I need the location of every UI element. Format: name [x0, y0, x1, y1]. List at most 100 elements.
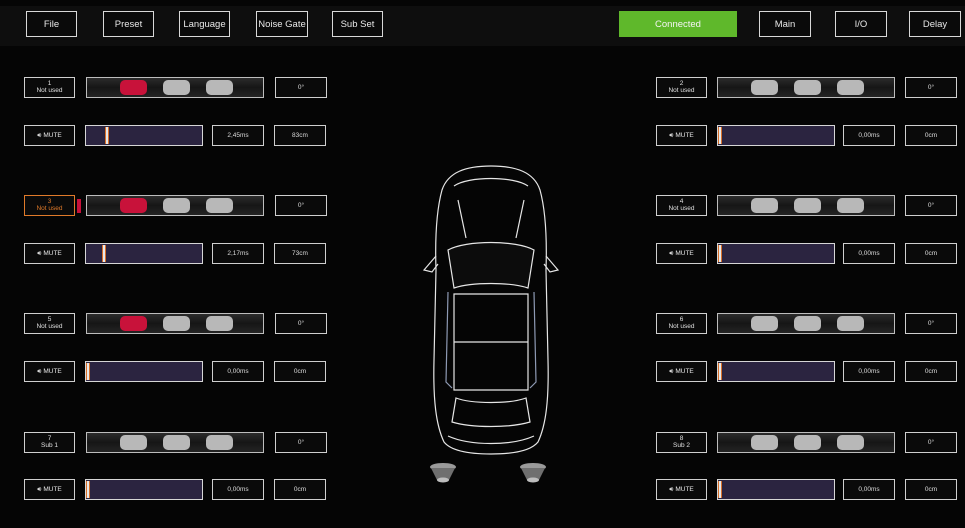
delay-slider[interactable] — [717, 479, 835, 500]
delay-slider[interactable] — [85, 243, 203, 264]
channel-2-selector[interactable]: 2 Not used — [656, 77, 707, 98]
slider-handle[interactable] — [718, 127, 722, 144]
delay-slider[interactable] — [717, 125, 835, 146]
preset-button[interactable]: Preset — [103, 11, 154, 37]
sub-set-button[interactable]: Sub Set — [332, 11, 383, 37]
mute-button[interactable]: 🔊︎ MUTE — [24, 125, 75, 146]
channel-8-selector[interactable]: 8 Sub 2 — [656, 432, 707, 453]
position-option-1[interactable] — [751, 80, 778, 95]
delay-slider[interactable] — [85, 125, 203, 146]
delay-ms-value[interactable]: 0,00ms — [843, 243, 895, 264]
io-button[interactable]: I/O — [835, 11, 887, 37]
phase-value[interactable]: 0° — [275, 77, 327, 98]
position-option-2[interactable] — [794, 80, 821, 95]
slider-handle[interactable] — [718, 245, 722, 262]
channel-3-selector[interactable]: 3 Not used — [24, 195, 81, 216]
delay-slider[interactable] — [717, 361, 835, 382]
position-option-3[interactable] — [206, 80, 233, 95]
distance-value[interactable]: 0cm — [905, 243, 957, 264]
slider-handle[interactable] — [102, 245, 106, 262]
position-option-1[interactable] — [120, 316, 147, 331]
position-option-1[interactable] — [120, 198, 147, 213]
speaker-position-selector[interactable] — [717, 195, 895, 216]
distance-value[interactable]: 0cm — [905, 125, 957, 146]
speaker-position-selector[interactable] — [717, 432, 895, 453]
language-button[interactable]: Language — [179, 11, 230, 37]
position-option-1[interactable] — [751, 198, 778, 213]
distance-value[interactable]: 73cm — [274, 243, 326, 264]
distance-value[interactable]: 0cm — [274, 361, 326, 382]
mute-button[interactable]: 🔊︎ MUTE — [656, 361, 707, 382]
channel-number: 6 — [679, 316, 684, 323]
delay-ms-value[interactable]: 0,00ms — [212, 361, 264, 382]
mute-button[interactable]: 🔊︎ MUTE — [656, 479, 707, 500]
distance-value[interactable]: 0cm — [905, 361, 957, 382]
position-option-3[interactable] — [206, 198, 233, 213]
phase-value[interactable]: 0° — [905, 77, 957, 98]
delay-ms-value[interactable]: 0,00ms — [843, 125, 895, 146]
phase-value[interactable]: 0° — [905, 313, 957, 334]
speaker-position-selector[interactable] — [86, 77, 264, 98]
speaker-icon: 🔊︎ — [37, 249, 42, 257]
channel-1-selector[interactable]: 1 Not used — [24, 77, 75, 98]
phase-value[interactable]: 0° — [275, 313, 327, 334]
position-option-2[interactable] — [163, 80, 190, 95]
position-option-3[interactable] — [837, 435, 864, 450]
mute-button[interactable]: 🔊︎ MUTE — [24, 243, 75, 264]
delay-ms-value[interactable]: 0,00ms — [843, 361, 895, 382]
slider-handle[interactable] — [105, 127, 109, 144]
position-option-1[interactable] — [120, 80, 147, 95]
delay-slider[interactable] — [85, 361, 203, 382]
phase-value[interactable]: 0° — [275, 432, 327, 453]
speaker-position-selector[interactable] — [717, 313, 895, 334]
speaker-position-selector[interactable] — [86, 195, 264, 216]
subwoofer-right-icon — [520, 463, 546, 483]
distance-value[interactable]: 0cm — [905, 479, 957, 500]
channel-7-selector[interactable]: 7 Sub 1 — [24, 432, 75, 453]
position-option-2[interactable] — [794, 316, 821, 331]
position-option-2[interactable] — [794, 198, 821, 213]
distance-value[interactable]: 0cm — [274, 479, 326, 500]
slider-handle[interactable] — [86, 363, 90, 380]
connection-status[interactable]: Connected — [619, 11, 737, 37]
channel-5-selector[interactable]: 5 Not used — [24, 313, 75, 334]
noise-gate-button[interactable]: Noise Gate — [256, 11, 308, 37]
speaker-position-selector[interactable] — [86, 313, 264, 334]
slider-handle[interactable] — [718, 481, 722, 498]
delay-ms-value[interactable]: 2,17ms — [212, 243, 264, 264]
delay-slider[interactable] — [85, 479, 203, 500]
slider-handle[interactable] — [86, 481, 90, 498]
phase-value[interactable]: 0° — [275, 195, 327, 216]
position-option-1[interactable] — [751, 316, 778, 331]
phase-value[interactable]: 0° — [905, 432, 957, 453]
position-option-2[interactable] — [794, 435, 821, 450]
delay-ms-value[interactable]: 0,00ms — [843, 479, 895, 500]
position-option-3[interactable] — [206, 316, 233, 331]
main-button[interactable]: Main — [759, 11, 811, 37]
position-option-3[interactable] — [206, 435, 233, 450]
delay-ms-value[interactable]: 0,00ms — [212, 479, 264, 500]
channel-4-selector[interactable]: 4 Not used — [656, 195, 707, 216]
position-option-3[interactable] — [837, 80, 864, 95]
position-option-1[interactable] — [120, 435, 147, 450]
delay-slider[interactable] — [717, 243, 835, 264]
mute-button[interactable]: 🔊︎ MUTE — [656, 125, 707, 146]
slider-handle[interactable] — [718, 363, 722, 380]
speaker-position-selector[interactable] — [86, 432, 264, 453]
mute-button[interactable]: 🔊︎ MUTE — [24, 361, 75, 382]
position-option-3[interactable] — [837, 198, 864, 213]
delay-button[interactable]: Delay — [909, 11, 961, 37]
position-option-1[interactable] — [751, 435, 778, 450]
file-button[interactable]: File — [26, 11, 77, 37]
phase-value[interactable]: 0° — [905, 195, 957, 216]
channel-6-selector[interactable]: 6 Not used — [656, 313, 707, 334]
speaker-position-selector[interactable] — [717, 77, 895, 98]
distance-value[interactable]: 83cm — [274, 125, 326, 146]
position-option-2[interactable] — [163, 435, 190, 450]
position-option-2[interactable] — [163, 316, 190, 331]
mute-button[interactable]: 🔊︎ MUTE — [656, 243, 707, 264]
position-option-3[interactable] — [837, 316, 864, 331]
mute-button[interactable]: 🔊︎ MUTE — [24, 479, 75, 500]
delay-ms-value[interactable]: 2,45ms — [212, 125, 264, 146]
position-option-2[interactable] — [163, 198, 190, 213]
